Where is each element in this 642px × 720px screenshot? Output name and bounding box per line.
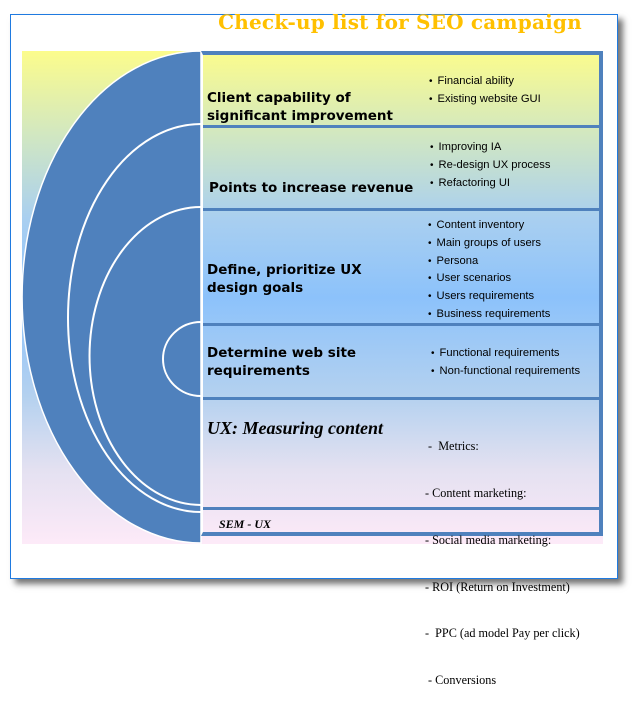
list-item: Functional requirements xyxy=(431,345,580,363)
row-title: Points to increase revenue xyxy=(209,180,414,196)
checklist-table: Client capability of significant improve… xyxy=(201,51,603,687)
row-title: Client capability of significant improve… xyxy=(207,90,393,124)
list-item: - Metrics: xyxy=(425,439,479,454)
row-items: Improving IA Re-design UX process Refact… xyxy=(430,139,551,193)
list-item: Users requirements xyxy=(428,288,550,306)
row-increase-revenue: Points to increase revenue Improving IA … xyxy=(203,128,599,211)
list-item: Main groups of users xyxy=(428,235,550,253)
row-ux-goals: Define, prioritize UX design goals Conte… xyxy=(203,211,599,326)
row-title: Define, prioritize UX design goals xyxy=(207,262,362,296)
list-item: Content inventory xyxy=(428,217,550,235)
list-item: Existing website GUI xyxy=(429,91,541,109)
list-item: - PPC (ad model Pay per click) xyxy=(425,626,580,641)
arc-outer xyxy=(21,50,202,544)
list-item: Improving IA xyxy=(430,139,550,157)
row-items: Content inventory Main groups of users P… xyxy=(428,217,551,324)
row-title: UX: Measuring content xyxy=(207,418,384,438)
row-client-capability: Client capability of significant improve… xyxy=(203,55,599,128)
row-items: - Metrics: - Content marketing: - Social… xyxy=(425,408,580,720)
row-title: SEM - UX xyxy=(219,517,272,531)
list-item: - Content marketing: xyxy=(425,485,527,500)
list-item: - ROI (Return on Investment) xyxy=(425,579,570,594)
row-title: Determine web site requirements xyxy=(207,345,357,379)
row-site-requirements: Determine web site requirements Function… xyxy=(203,326,599,400)
row-items: Financial ability Existing website GUI xyxy=(429,73,541,109)
list-item: Business requirements xyxy=(428,306,551,324)
row-sem-ux: SEM - UX xyxy=(203,510,599,536)
list-item: Non-functional requirements xyxy=(431,363,581,381)
list-item: Re-design UX process xyxy=(430,157,551,175)
row-measuring-content: UX: Measuring content - Metrics: - Conte… xyxy=(203,400,599,687)
list-item: User scenarios xyxy=(428,270,550,288)
list-item: Financial ability xyxy=(429,73,541,91)
list-item: - Conversions xyxy=(425,673,497,688)
list-item: Persona xyxy=(428,253,550,271)
row-items: Functional requirements Non-functional r… xyxy=(431,345,581,381)
list-item: Refactoring UI xyxy=(430,175,550,193)
